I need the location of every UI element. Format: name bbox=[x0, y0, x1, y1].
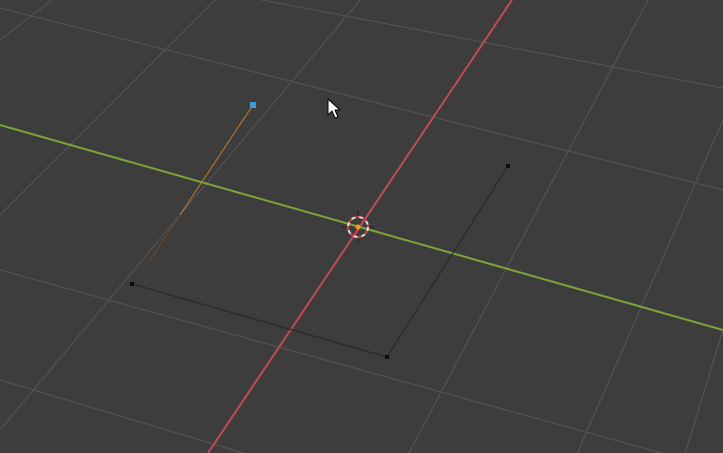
mesh-object[interactable] bbox=[131, 165, 509, 358]
mouse-pointer-icon bbox=[327, 98, 341, 119]
selected-vertex[interactable] bbox=[250, 102, 256, 108]
y-axis-line bbox=[0, 124, 723, 331]
grid-line bbox=[684, 329, 723, 453]
grid-line bbox=[259, 0, 723, 89]
vertex[interactable] bbox=[130, 282, 134, 286]
mesh-edge bbox=[386, 165, 509, 358]
viewport-canvas[interactable] bbox=[0, 0, 723, 453]
grid-line bbox=[408, 0, 649, 453]
mesh-edge bbox=[131, 283, 388, 358]
grid-line bbox=[0, 7, 723, 191]
grid-line bbox=[0, 379, 246, 453]
vertex[interactable] bbox=[506, 164, 510, 168]
grid-line bbox=[0, 269, 664, 453]
selected-edge-fade bbox=[149, 214, 181, 261]
3d-viewport[interactable] bbox=[0, 0, 723, 453]
vertex[interactable] bbox=[385, 355, 389, 359]
grid-line bbox=[0, 0, 53, 41]
grid-line bbox=[0, 0, 216, 216]
selected-edge[interactable] bbox=[179, 104, 254, 216]
object-origin bbox=[355, 224, 361, 230]
